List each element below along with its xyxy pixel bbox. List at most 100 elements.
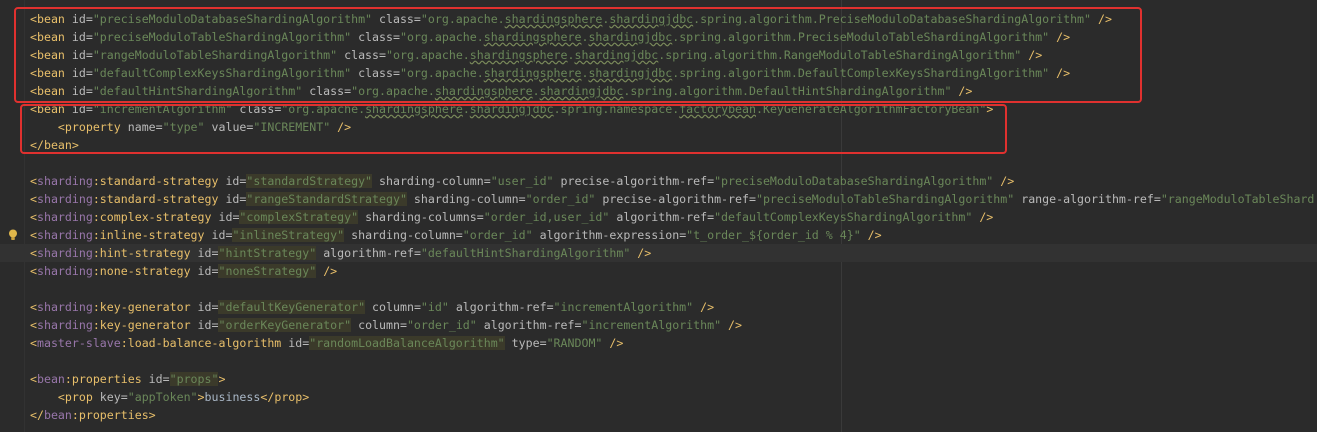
- code-token: sharding: [36, 246, 93, 260]
- code-token: >: [218, 372, 226, 386]
- code-token: "preciseModuloTableShardingAlgorithm": [755, 192, 1015, 206]
- code-token: />: [602, 336, 624, 350]
- code-token: "appToken": [127, 390, 198, 404]
- code-token: <: [30, 192, 37, 206]
- code-token: "defaultHintShardingAlgorithm": [420, 246, 631, 260]
- code-token: "rangeStandardStrategy": [246, 192, 407, 206]
- code-token: bean: [36, 372, 65, 386]
- code-token: :inline-strategy: [92, 228, 205, 242]
- highlight-box-sharding-algorithms: [14, 7, 1142, 103]
- code-token: column=: [365, 300, 421, 314]
- code-token: />: [993, 174, 1015, 188]
- code-token: "order_id": [462, 228, 533, 242]
- code-token: </: [30, 408, 44, 422]
- code-token: :properties: [64, 372, 142, 386]
- code-token: />: [860, 228, 882, 242]
- code-token: bean: [43, 408, 72, 422]
- code-line[interactable]: <sharding:key-generator id="orderKeyGene…: [30, 316, 742, 334]
- code-token: "defaultComplexKeysShardingAlgorithm": [714, 210, 973, 224]
- code-token: algorithm-ref=: [476, 318, 582, 332]
- code-token: algorithm-ref=: [609, 210, 715, 224]
- code-token: <: [30, 174, 37, 188]
- code-line[interactable]: <sharding:hint-strategy id="hintStrategy…: [30, 244, 651, 262]
- code-token: <: [30, 264, 37, 278]
- code-token: sharding-column=: [344, 228, 463, 242]
- code-token: "rangeModuloTableShard: [1160, 192, 1315, 206]
- code-line[interactable]: <master-slave:load-balance-algorithm id=…: [30, 334, 623, 352]
- code-token: business: [204, 390, 261, 404]
- code-token: "order_id": [525, 192, 596, 206]
- code-token: <: [30, 246, 37, 260]
- code-token: sharding-column=: [372, 174, 491, 188]
- code-line[interactable]: <prop key="appToken">business</prop>: [30, 388, 309, 406]
- code-line[interactable]: <sharding:standard-strategy id="standard…: [30, 172, 1014, 190]
- code-token: :standard-strategy: [92, 192, 219, 206]
- code-token: </: [260, 390, 275, 404]
- code-token: algorithm-ref=: [448, 300, 554, 314]
- code-token: <: [30, 372, 37, 386]
- code-line[interactable]: <bean:properties id="props">: [30, 370, 225, 388]
- code-line[interactable]: <sharding:standard-strategy id="rangeSta…: [30, 190, 1314, 208]
- highlight-box-increment-algorithm: [20, 104, 1007, 154]
- code-token: :complex-strategy: [92, 210, 212, 224]
- code-token: :hint-strategy: [92, 246, 191, 260]
- code-token: />: [630, 246, 652, 260]
- code-token: sharding-column=: [406, 192, 526, 206]
- code-token: "randomLoadBalanceAlgorithm": [309, 336, 505, 350]
- code-line[interactable]: <sharding:inline-strategy id="inlineStra…: [30, 226, 882, 244]
- code-token: type=: [504, 336, 547, 350]
- code-line[interactable]: </bean:properties>: [30, 406, 156, 424]
- code-token: "standardStrategy": [246, 174, 373, 188]
- code-line[interactable]: <sharding:key-generator id="defaultKeyGe…: [30, 298, 714, 316]
- code-token: id=: [218, 192, 247, 206]
- code-token: "incrementAlgorithm": [553, 300, 694, 314]
- code-token: key=: [92, 390, 128, 404]
- code-token: sharding: [36, 210, 93, 224]
- code-token: "RANDOM": [546, 336, 603, 350]
- code-token: "hintStrategy": [218, 246, 317, 260]
- code-token: sharding: [36, 192, 93, 206]
- code-token: >: [197, 390, 205, 404]
- lightbulb-icon[interactable]: [8, 229, 18, 241]
- code-token: "incrementAlgorithm": [581, 318, 722, 332]
- code-token: "user_id": [490, 174, 554, 188]
- code-token: "defaultKeyGenerator": [218, 300, 366, 314]
- code-token: id=: [218, 174, 247, 188]
- code-token: id=: [281, 336, 310, 350]
- code-token: id=: [141, 372, 170, 386]
- code-token: range-algorithm-ref=: [1014, 192, 1161, 206]
- code-token: "t_order_${order_id % 4}": [686, 228, 861, 242]
- code-token: precise-algorithm-ref=: [553, 174, 715, 188]
- code-token: id=: [190, 264, 219, 278]
- code-token: <: [30, 336, 37, 350]
- code-line[interactable]: <sharding:none-strategy id="noneStrategy…: [30, 262, 337, 280]
- code-token: "order_id,user_id": [483, 210, 610, 224]
- code-token: "inlineStrategy": [232, 228, 345, 242]
- code-token: "preciseModuloDatabaseShardingAlgorithm": [714, 174, 994, 188]
- code-token: master-slave: [36, 336, 121, 350]
- code-token: id=: [190, 246, 219, 260]
- code-token: id=: [204, 228, 233, 242]
- code-token: <: [30, 210, 37, 224]
- code-token: sharding-columns=: [358, 210, 484, 224]
- code-token: sharding: [36, 300, 93, 314]
- code-token: id=: [190, 318, 219, 332]
- code-token: <: [57, 390, 65, 404]
- xml-code-editor[interactable]: <bean id="preciseModuloDatabaseShardingA…: [0, 0, 1317, 432]
- code-token: :standard-strategy: [92, 174, 219, 188]
- code-token: :load-balance-algorithm: [120, 336, 282, 350]
- code-token: prop: [64, 390, 93, 404]
- code-token: "complexStrategy": [239, 210, 359, 224]
- code-token: sharding: [36, 174, 93, 188]
- code-token: sharding: [36, 318, 93, 332]
- code-token: <: [30, 300, 37, 314]
- code-token: algorithm-expression=: [532, 228, 687, 242]
- code-token: :properties: [71, 408, 149, 422]
- code-line[interactable]: <sharding:complex-strategy id="complexSt…: [30, 208, 993, 226]
- code-token: precise-algorithm-ref=: [595, 192, 756, 206]
- code-token: >: [148, 408, 156, 422]
- code-token: />: [693, 300, 715, 314]
- code-token: />: [972, 210, 994, 224]
- code-token: column=: [351, 318, 407, 332]
- code-token: />: [721, 318, 743, 332]
